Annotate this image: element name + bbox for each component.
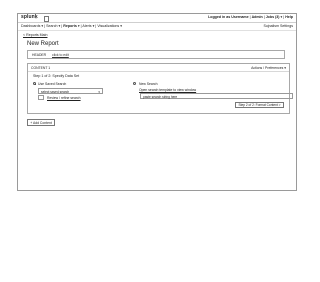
- chevron-down-icon: ▾: [98, 89, 100, 94]
- nav-bar: Dashboards ▾ | Search ▾ | Reports ▾ | Al…: [18, 23, 296, 31]
- review-search-checkbox[interactable]: [38, 95, 44, 100]
- app-nav: Dashboards ▾ | Search ▾ | Reports ▾ | Al…: [21, 24, 123, 28]
- content-panel-header: CONTENT 1 Actions / Preferences ▾: [28, 64, 289, 72]
- saved-search-radio[interactable]: [33, 82, 36, 85]
- chevron-down-icon: ▾: [284, 65, 286, 70]
- step-label: Step 1 of 2: Specify Data Set: [33, 74, 80, 78]
- saved-search-label: Use Saved Search: [38, 81, 67, 86]
- help-link[interactable]: Help: [285, 15, 293, 19]
- add-content-button[interactable]: + Add Content: [27, 119, 55, 126]
- new-search-radio[interactable]: [133, 82, 136, 85]
- header-label: HEADER: [32, 53, 47, 57]
- nav-settings[interactable]: Sujnalism Settings: [263, 24, 293, 28]
- new-search-label: New Search: [139, 81, 158, 86]
- actions-preferences-label: Actions / Preferences: [251, 65, 284, 70]
- search-string-value: paste search string here: [143, 94, 178, 99]
- app-menu-caret[interactable]: >: [35, 15, 37, 20]
- saved-search-select-value: select saved search: [41, 89, 70, 94]
- review-search-label[interactable]: Review / refine search: [47, 96, 81, 100]
- nav-dashboards[interactable]: Dashboards: [21, 24, 40, 28]
- format-content-button[interactable]: Step 2 of 2: Format Content >: [235, 102, 284, 108]
- nav-reports[interactable]: Reports: [63, 24, 77, 28]
- header-panel: HEADER click to edit: [27, 50, 285, 59]
- nav-alerts[interactable]: Alerts: [82, 24, 91, 28]
- logged-in-user[interactable]: Logged in as Username: [208, 15, 249, 19]
- app-menu-box-icon[interactable]: [44, 15, 49, 22]
- content-panel: CONTENT 1 Actions / Preferences ▾ Step 1…: [27, 63, 293, 114]
- content-label: CONTENT 1: [31, 65, 51, 70]
- app-window: splunk > Logged in as Username | Admin |…: [17, 13, 297, 191]
- actions-preferences-menu[interactable]: Actions / Preferences ▾: [251, 66, 286, 70]
- nav-visualizations[interactable]: Visualizations: [97, 24, 119, 28]
- jobs-link[interactable]: Jobs (3): [266, 15, 280, 19]
- nav-search[interactable]: Search: [46, 24, 57, 28]
- admin-link[interactable]: Admin: [252, 15, 263, 19]
- user-links: Logged in as Username | Admin | Jobs (3)…: [208, 15, 293, 19]
- page-title: New Report: [27, 41, 59, 47]
- open-search-template-link[interactable]: Open search template to view window: [139, 88, 196, 92]
- breadcrumb[interactable]: < Reports Main: [23, 33, 47, 37]
- header-edit-link[interactable]: click to edit: [52, 53, 69, 57]
- saved-search-select[interactable]: select saved search ▾: [38, 88, 103, 94]
- top-bar: splunk > Logged in as Username | Admin |…: [18, 14, 296, 23]
- search-string-input[interactable]: paste search string here: [140, 93, 293, 99]
